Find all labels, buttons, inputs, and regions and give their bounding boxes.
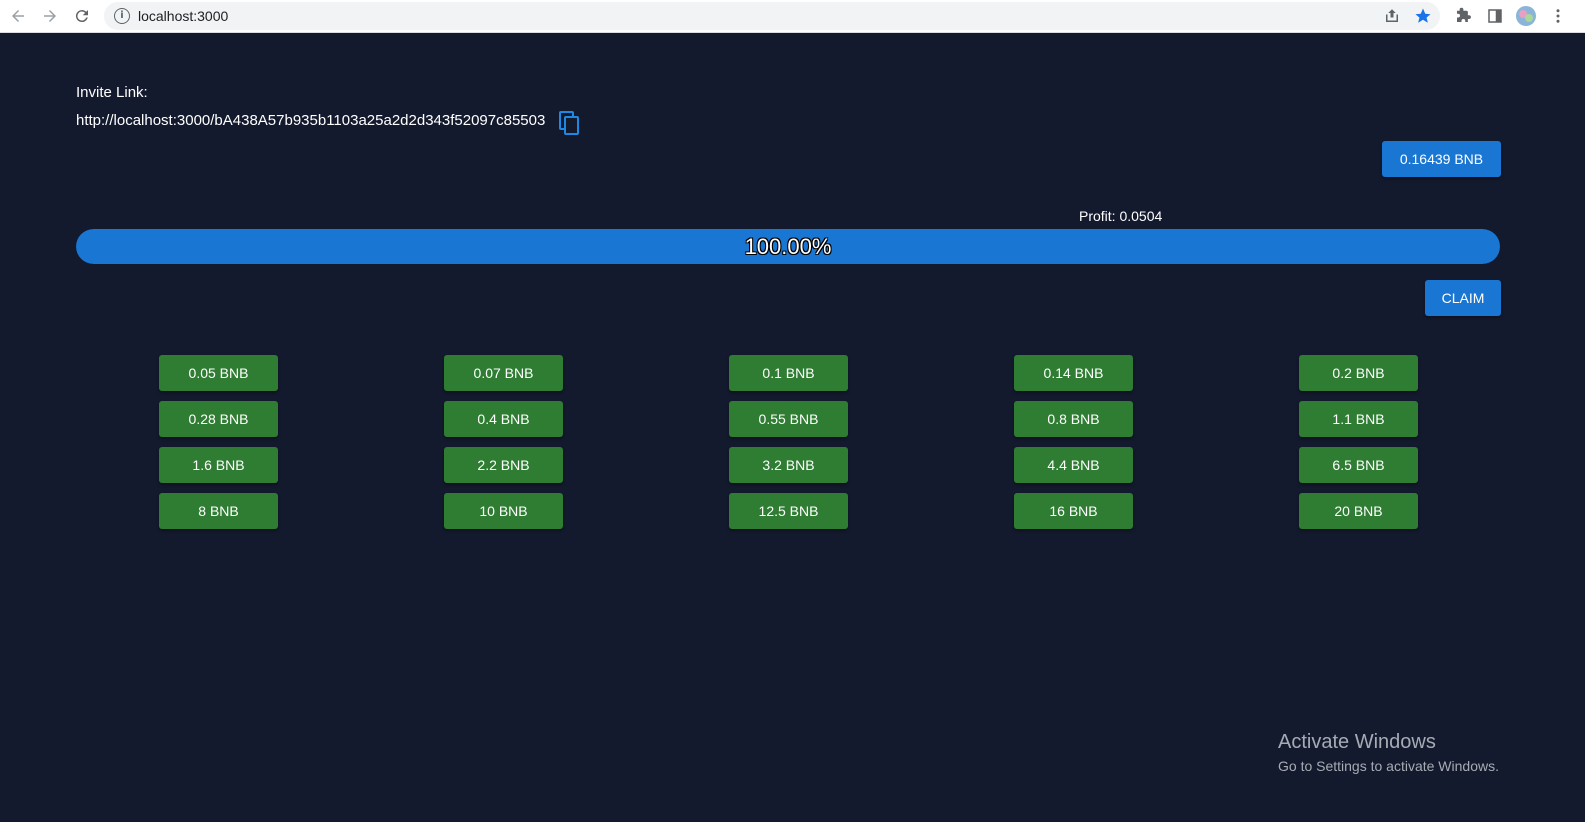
- windows-activation-watermark: Activate Windows Go to Settings to activ…: [1278, 731, 1499, 774]
- amount-button-label: 16 BNB: [1049, 503, 1098, 519]
- amount-button-label: 1.6 BNB: [192, 457, 245, 473]
- amount-button-label: 20 BNB: [1334, 503, 1383, 519]
- side-panel-icon[interactable]: [1483, 4, 1507, 28]
- amount-button-label: 0.4 BNB: [477, 411, 530, 427]
- amount-button-label: 0.1 BNB: [762, 365, 815, 381]
- amount-button[interactable]: 1.1 BNB: [1299, 401, 1418, 437]
- amount-button[interactable]: 0.28 BNB: [159, 401, 278, 437]
- amount-button[interactable]: 4.4 BNB: [1014, 447, 1133, 483]
- invite-link-url: http://localhost:3000/bA438A57b935b1103a…: [76, 112, 546, 129]
- amount-button-label: 1.1 BNB: [1332, 411, 1385, 427]
- copy-icon[interactable]: [557, 110, 581, 136]
- amount-button-label: 0.28 BNB: [188, 411, 249, 427]
- amount-button-label: 0.55 BNB: [758, 411, 819, 427]
- amount-button[interactable]: 0.4 BNB: [444, 401, 563, 437]
- amount-button[interactable]: 0.1 BNB: [729, 355, 848, 391]
- progress-bar: 100.00%: [76, 229, 1500, 264]
- share-icon[interactable]: [1380, 4, 1404, 28]
- amount-button[interactable]: 6.5 BNB: [1299, 447, 1418, 483]
- site-info-icon[interactable]: i: [114, 8, 130, 24]
- amount-button-label: 8 BNB: [198, 503, 239, 519]
- amount-button[interactable]: 0.07 BNB: [444, 355, 563, 391]
- amount-button-label: 6.5 BNB: [1332, 457, 1385, 473]
- claim-button[interactable]: CLAIM: [1425, 280, 1501, 316]
- forward-arrow-icon[interactable]: [38, 4, 62, 28]
- amount-button[interactable]: 20 BNB: [1299, 493, 1418, 529]
- amount-button-label: 4.4 BNB: [1047, 457, 1100, 473]
- address-url[interactable]: localhost:3000: [138, 8, 228, 24]
- amount-button[interactable]: 0.8 BNB: [1014, 401, 1133, 437]
- back-arrow-icon[interactable]: [6, 4, 30, 28]
- address-bar[interactable]: i localhost:3000: [104, 2, 1440, 30]
- profit-text: Profit: 0.0504: [1079, 208, 1163, 224]
- amount-button-label: 2.2 BNB: [477, 457, 530, 473]
- browser-toolbar: i localhost:3000: [0, 0, 1585, 33]
- amount-button-label: 0.05 BNB: [188, 365, 249, 381]
- amount-button[interactable]: 0.2 BNB: [1299, 355, 1418, 391]
- amount-button[interactable]: 8 BNB: [159, 493, 278, 529]
- amount-button[interactable]: 10 BNB: [444, 493, 563, 529]
- amount-button[interactable]: 1.6 BNB: [159, 447, 278, 483]
- amount-button[interactable]: 16 BNB: [1014, 493, 1133, 529]
- extensions-icon[interactable]: [1451, 4, 1475, 28]
- profile-avatar[interactable]: [1514, 4, 1538, 28]
- amount-button-label: 0.2 BNB: [1332, 365, 1385, 381]
- progress-label: 100.00%: [744, 233, 832, 259]
- amount-button[interactable]: 2.2 BNB: [444, 447, 563, 483]
- amount-button-label: 10 BNB: [479, 503, 528, 519]
- deposit-amount-grid: 0.05 BNB 0.07 BNB 0.1 BNB 0.14 BNB 0.2 BNB 0.…: [159, 355, 1418, 529]
- more-menu-icon[interactable]: [1546, 4, 1570, 28]
- amount-button-label: 12.5 BNB: [758, 503, 819, 519]
- invite-link-label: Invite Link:: [76, 84, 148, 101]
- amount-button[interactable]: 3.2 BNB: [729, 447, 848, 483]
- amount-button-label: 0.14 BNB: [1043, 365, 1104, 381]
- bookmark-star-icon[interactable]: [1411, 4, 1435, 28]
- reload-icon[interactable]: [70, 4, 94, 28]
- amount-button[interactable]: 0.55 BNB: [729, 401, 848, 437]
- amount-button[interactable]: 0.14 BNB: [1014, 355, 1133, 391]
- amount-button[interactable]: 12.5 BNB: [729, 493, 848, 529]
- amount-button-label: 3.2 BNB: [762, 457, 815, 473]
- balance-button[interactable]: 0.16439 BNB: [1382, 141, 1501, 177]
- watermark-title: Activate Windows: [1278, 731, 1436, 753]
- watermark-subtitle: Go to Settings to activate Windows.: [1278, 758, 1499, 774]
- amount-button[interactable]: 0.05 BNB: [159, 355, 278, 391]
- amount-button-label: 0.07 BNB: [473, 365, 534, 381]
- amount-button-label: 0.8 BNB: [1047, 411, 1100, 427]
